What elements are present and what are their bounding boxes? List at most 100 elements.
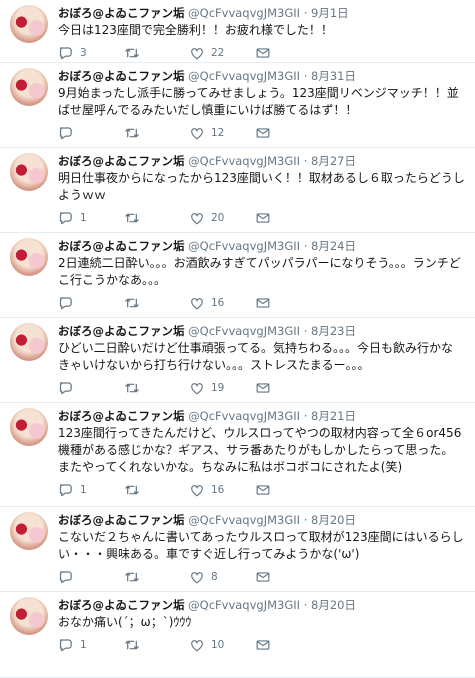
- tweet-header: おぼろ@よゐこファン垢 @QcFvvaqvgJM3GII · 8月31日: [58, 69, 465, 84]
- tweet-date[interactable]: 8月21日: [311, 409, 356, 423]
- separator-dot: ·: [303, 598, 308, 612]
- avatar[interactable]: [10, 68, 48, 106]
- display-name[interactable]: おぼろ@よゐこファン垢: [58, 154, 185, 168]
- like-button[interactable]: 16: [190, 297, 256, 310]
- retweet-button[interactable]: [124, 483, 190, 497]
- direct-message-button[interactable]: [256, 382, 322, 394]
- separator-dot: ·: [303, 69, 308, 83]
- direct-message-button[interactable]: [256, 212, 322, 224]
- tweet-card[interactable]: おぼろ@よゐこファン垢 @QcFvvaqvgJM3GII · 8月20日 おなか…: [0, 592, 475, 678]
- direct-message-button[interactable]: [256, 127, 322, 139]
- like-count: 8: [211, 571, 218, 583]
- envelope-icon: [256, 297, 270, 309]
- display-name[interactable]: おぼろ@よゐこファン垢: [58, 598, 185, 612]
- tweet-date[interactable]: 8月31日: [311, 69, 356, 83]
- user-handle[interactable]: @QcFvvaqvgJM3GII: [188, 239, 300, 253]
- retweet-button[interactable]: [124, 211, 190, 225]
- retweet-icon: [124, 296, 140, 310]
- user-handle[interactable]: @QcFvvaqvgJM3GII: [188, 6, 300, 20]
- like-button[interactable]: 16: [190, 484, 256, 497]
- avatar[interactable]: [10, 5, 48, 43]
- like-button[interactable]: 10: [190, 639, 256, 652]
- retweet-button[interactable]: [124, 126, 190, 140]
- direct-message-button[interactable]: [256, 639, 322, 651]
- like-count: 10: [211, 639, 225, 651]
- separator-dot: ·: [303, 513, 308, 527]
- tweet-actions: 19: [58, 376, 465, 400]
- reply-icon: [58, 46, 73, 60]
- reply-button[interactable]: [58, 296, 124, 310]
- envelope-icon: [256, 484, 270, 496]
- reply-button[interactable]: 1: [58, 638, 124, 652]
- tweet-text: ひどい二日酔いだけど仕事頑張ってる。気持ちわる。。。今日も飲み行かなきゃいけない…: [58, 341, 454, 372]
- tweet-header: おぼろ@よゐこファン垢 @QcFvvaqvgJM3GII · 9月1日: [58, 6, 465, 21]
- tweet-card[interactable]: おぼろ@よゐこファン垢 @QcFvvaqvgJM3GII · 8月23日 ひどい…: [0, 318, 475, 403]
- like-button[interactable]: 8: [190, 571, 256, 584]
- reply-button[interactable]: 3: [58, 46, 124, 60]
- reply-icon: [58, 381, 73, 395]
- direct-message-button[interactable]: [256, 484, 322, 496]
- display-name[interactable]: おぼろ@よゐこファン垢: [58, 324, 185, 338]
- retweet-button[interactable]: [124, 296, 190, 310]
- retweet-button[interactable]: [124, 570, 190, 584]
- reply-icon: [58, 638, 73, 652]
- tweet-card[interactable]: おぼろ@よゐこファン垢 @QcFvvaqvgJM3GII · 9月1日 今日は1…: [0, 0, 475, 63]
- direct-message-button[interactable]: [256, 297, 322, 309]
- display-name[interactable]: おぼろ@よゐこファン垢: [58, 239, 185, 253]
- avatar[interactable]: [10, 153, 48, 191]
- display-name[interactable]: おぼろ@よゐこファン垢: [58, 409, 185, 423]
- like-button[interactable]: 20: [190, 212, 256, 225]
- tweet-date[interactable]: 8月20日: [311, 598, 356, 612]
- display-name[interactable]: おぼろ@よゐこファン垢: [58, 513, 185, 527]
- tweet-date[interactable]: 8月27日: [311, 154, 356, 168]
- tweet-date[interactable]: 9月1日: [311, 6, 349, 20]
- like-button[interactable]: 22: [190, 47, 256, 60]
- user-handle[interactable]: @QcFvvaqvgJM3GII: [188, 324, 300, 338]
- user-handle[interactable]: @QcFvvaqvgJM3GII: [188, 409, 300, 423]
- heart-icon: [190, 382, 204, 395]
- retweet-icon: [124, 483, 140, 497]
- tweet-card[interactable]: おぼろ@よゐこファン垢 @QcFvvaqvgJM3GII · 8月24日 2日連…: [0, 233, 475, 318]
- tweet-header: おぼろ@よゐこファン垢 @QcFvvaqvgJM3GII · 8月23日: [58, 324, 465, 339]
- tweet-date[interactable]: 8月23日: [311, 324, 356, 338]
- display-name[interactable]: おぼろ@よゐこファン垢: [58, 69, 185, 83]
- user-handle[interactable]: @QcFvvaqvgJM3GII: [188, 69, 300, 83]
- reply-icon: [58, 296, 73, 310]
- retweet-icon: [124, 126, 140, 140]
- like-button[interactable]: 12: [190, 127, 256, 140]
- tweet-header: おぼろ@よゐこファン垢 @QcFvvaqvgJM3GII · 8月20日: [58, 513, 465, 528]
- envelope-icon: [256, 382, 270, 394]
- tweet-text: 今日は123座間で完全勝利！！お疲れ様でした！！: [58, 23, 333, 37]
- avatar[interactable]: [10, 238, 48, 276]
- user-handle[interactable]: @QcFvvaqvgJM3GII: [188, 598, 300, 612]
- retweet-icon: [124, 638, 140, 652]
- tweet-date[interactable]: 8月24日: [311, 239, 356, 253]
- tweet-header: おぼろ@よゐこファン垢 @QcFvvaqvgJM3GII · 8月21日: [58, 409, 465, 424]
- user-handle[interactable]: @QcFvvaqvgJM3GII: [188, 513, 300, 527]
- reply-button[interactable]: [58, 381, 124, 395]
- direct-message-button[interactable]: [256, 47, 322, 59]
- tweet-card[interactable]: おぼろ@よゐこファン垢 @QcFvvaqvgJM3GII · 8月21日 123…: [0, 403, 475, 507]
- retweet-button[interactable]: [124, 46, 190, 60]
- avatar[interactable]: [10, 512, 48, 550]
- tweet-card[interactable]: おぼろ@よゐこファン垢 @QcFvvaqvgJM3GII · 8月20日 こない…: [0, 507, 475, 592]
- tweet-card[interactable]: おぼろ@よゐこファン垢 @QcFvvaqvgJM3GII · 8月31日 9月始…: [0, 63, 475, 148]
- direct-message-button[interactable]: [256, 571, 322, 583]
- user-handle[interactable]: @QcFvvaqvgJM3GII: [188, 154, 300, 168]
- reply-button[interactable]: 1: [58, 483, 124, 497]
- avatar[interactable]: [10, 408, 48, 446]
- reply-icon: [58, 126, 73, 140]
- like-button[interactable]: 19: [190, 382, 256, 395]
- tweet-header: おぼろ@よゐこファン垢 @QcFvvaqvgJM3GII · 8月24日: [58, 239, 465, 254]
- avatar[interactable]: [10, 597, 48, 635]
- retweet-button[interactable]: [124, 381, 190, 395]
- reply-button[interactable]: [58, 570, 124, 584]
- avatar[interactable]: [10, 323, 48, 361]
- display-name[interactable]: おぼろ@よゐこファン垢: [58, 6, 185, 20]
- reply-button[interactable]: [58, 126, 124, 140]
- reply-icon: [58, 211, 73, 225]
- tweet-card[interactable]: おぼろ@よゐこファン垢 @QcFvvaqvgJM3GII · 8月27日 明日仕…: [0, 148, 475, 233]
- reply-button[interactable]: 1: [58, 211, 124, 225]
- retweet-button[interactable]: [124, 638, 190, 652]
- tweet-date[interactable]: 8月20日: [311, 513, 356, 527]
